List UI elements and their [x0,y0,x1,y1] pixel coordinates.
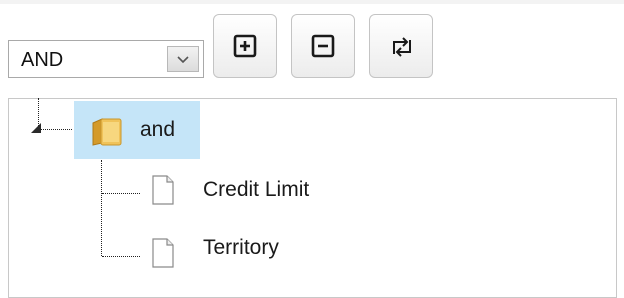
tree-child-connector-horizontal [102,256,140,257]
operator-select-value: AND [21,49,64,71]
tree-node-label: Credit Limit [203,178,310,201]
collapse-triangle-icon[interactable] [30,122,42,134]
chevron-down-icon [177,56,189,64]
plus-square-icon [233,34,257,58]
refresh-arrows-icon [393,37,411,57]
top-divider [0,0,624,4]
minus-square-icon [311,34,335,58]
tree-node-label: Territory [203,236,279,259]
document-icon [152,238,174,268]
operator-select-dropdown-button[interactable] [167,46,199,72]
operator-select[interactable]: AND [8,40,204,78]
tree-node-child[interactable]: Territory [145,231,365,275]
document-icon [152,175,174,205]
tree-child-connector-horizontal [102,193,140,194]
tree-children-connector-vertical [101,160,102,256]
tree-root-connector-horizontal [40,129,72,130]
reset-filter-button[interactable] [369,14,433,78]
folder-icon [92,118,122,146]
tree-node-child[interactable]: Credit Limit [145,168,365,212]
remove-condition-button[interactable] [291,14,355,78]
add-condition-button[interactable] [213,14,277,78]
tree-node-root[interactable]: and [74,101,200,159]
tree-node-label: and [140,118,176,141]
